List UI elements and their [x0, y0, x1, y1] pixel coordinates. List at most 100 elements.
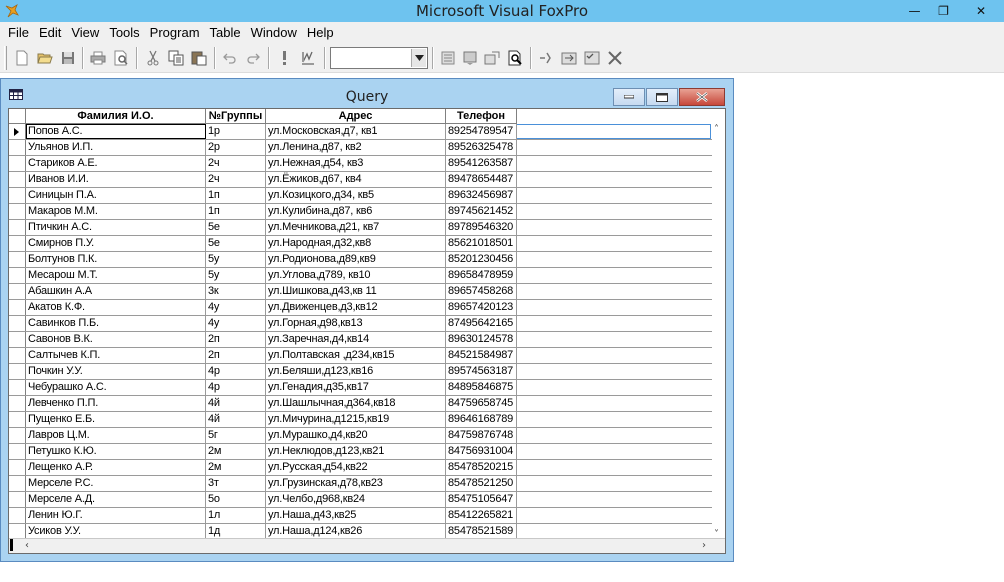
menu-edit[interactable]: Edit [34, 23, 66, 42]
table-row[interactable]: Лавров Ц.М. 5г ул.Мурашко,д4,кв20 847598767… [9, 428, 713, 444]
cell-address[interactable]: ул.Грузинская,д78,кв23 [266, 476, 446, 491]
cell-address[interactable]: ул.Полтавская ,д234,кв15 [266, 348, 446, 363]
cell-group[interactable]: 1р [206, 124, 266, 139]
table-row[interactable]: Пущенко Е.Б. 4й ул.Мичурина,д1215,кв19 8964… [9, 412, 713, 428]
cell-name[interactable]: Макаров М.М. [26, 204, 206, 219]
row-selector[interactable] [9, 460, 26, 475]
cell-phone[interactable]: 87495642165 [446, 316, 517, 331]
query-title-bar[interactable]: Query [1, 79, 733, 109]
cut-icon[interactable] [143, 48, 163, 68]
cell-address[interactable]: ул.Мечникова,д21, кв7 [266, 220, 446, 235]
cell-group[interactable]: 5о [206, 492, 266, 507]
cell-phone[interactable]: 85478521589 [446, 524, 517, 539]
table-row[interactable]: Попов А.С. 1р ул.Московская,д7, кв1 8925478… [9, 124, 713, 140]
cell-name[interactable]: Иванов И.И. [26, 172, 206, 187]
cell-phone[interactable]: 85412265821 [446, 508, 517, 523]
cell-address[interactable]: ул.Наша,д124,кв26 [266, 524, 446, 539]
cell-group[interactable]: 4у [206, 316, 266, 331]
cell-group[interactable]: 2р [206, 140, 266, 155]
cell-name[interactable]: Петушко К.Ю. [26, 444, 206, 459]
cell-group[interactable]: 1п [206, 188, 266, 203]
cell-address[interactable]: ул.Кулибина,д87, кв6 [266, 204, 446, 219]
print-icon[interactable] [88, 48, 108, 68]
connect-icon[interactable] [536, 48, 556, 68]
cell-phone[interactable]: 85478521250 [446, 476, 517, 491]
cell-group[interactable]: 1д [206, 524, 266, 539]
table-row[interactable]: Петушко К.Ю. 2м ул.Неклюдов,д123,кв21 84756… [9, 444, 713, 460]
cell-name[interactable]: Усиков У.У. [26, 524, 206, 539]
row-selector[interactable] [9, 316, 26, 331]
cell-address[interactable]: ул.Челбо,д968,кв24 [266, 492, 446, 507]
table-row[interactable]: Салтычев К.П. 2п ул.Полтавская ,д234,кв15 8… [9, 348, 713, 364]
vertical-scrollbar[interactable]: ˄ ˅ [712, 124, 725, 540]
cell-phone[interactable]: 84521584987 [446, 348, 517, 363]
data-session-icon[interactable] [482, 48, 502, 68]
menu-window[interactable]: Window [246, 23, 302, 42]
query-close-button[interactable] [679, 88, 725, 106]
cell-name[interactable]: Стариков А.Е. [26, 156, 206, 171]
cell-address[interactable]: ул.Мурашко,д4,кв20 [266, 428, 446, 443]
scroll-left-icon[interactable]: ‹ [25, 540, 29, 551]
cell-group[interactable]: 2м [206, 444, 266, 459]
column-header-phone[interactable]: Телефон [446, 109, 517, 124]
table-row[interactable]: Чебурашко А.С. 4р ул.Генадия,д35,кв17 84895… [9, 380, 713, 396]
cell-address[interactable]: ул.Московская,д7, кв1 [266, 124, 446, 139]
row-selector[interactable] [9, 300, 26, 315]
cell-group[interactable]: 5у [206, 252, 266, 267]
query-maximize-button[interactable] [646, 88, 678, 106]
row-selector[interactable] [9, 396, 26, 411]
cell-name[interactable]: Левченко П.П. [26, 396, 206, 411]
table-row[interactable]: Савонов В.К. 2п ул.Заречная,д4,кв14 8963012… [9, 332, 713, 348]
modify-form-icon[interactable] [298, 48, 318, 68]
run-icon[interactable] [274, 48, 294, 68]
cell-name[interactable]: Акатов К.Ф. [26, 300, 206, 315]
row-selector[interactable] [9, 220, 26, 235]
table-row[interactable]: Иванов И.И. 2ч ул.Ёжиков,д67, кв4 894786544… [9, 172, 713, 188]
menu-file[interactable]: File [3, 23, 34, 42]
cell-name[interactable]: Савонов В.К. [26, 332, 206, 347]
cell-phone[interactable]: 84759876748 [446, 428, 517, 443]
paste-icon[interactable] [189, 48, 209, 68]
database-icon[interactable] [438, 48, 458, 68]
table-row[interactable]: Левченко П.П. 4й ул.Шашлычная,д364,кв18 847… [9, 396, 713, 412]
toolbar-grip[interactable] [4, 46, 7, 70]
command-window-icon[interactable] [460, 48, 480, 68]
cell-address[interactable]: ул.Генадия,д35,кв17 [266, 380, 446, 395]
cell-name[interactable]: Смирнов П.У. [26, 236, 206, 251]
row-selector[interactable] [9, 444, 26, 459]
cell-group[interactable]: 2ч [206, 156, 266, 171]
scroll-up-icon[interactable]: ˄ [714, 124, 719, 135]
cell-name[interactable]: Птичкин А.С. [26, 220, 206, 235]
toolbox-icon[interactable] [605, 48, 625, 68]
cell-address[interactable]: ул.Мичурина,д1215,кв19 [266, 412, 446, 427]
cell-address[interactable]: ул.Неклюдов,д123,кв21 [266, 444, 446, 459]
cell-phone[interactable]: 89574563187 [446, 364, 517, 379]
cell-address[interactable]: ул.Углова,д789, кв10 [266, 268, 446, 283]
redo-icon[interactable] [243, 48, 263, 68]
row-selector[interactable] [9, 268, 26, 283]
cell-group[interactable]: 3к [206, 284, 266, 299]
row-selector[interactable] [9, 156, 26, 171]
row-selector[interactable] [9, 332, 26, 347]
row-selector[interactable] [9, 140, 26, 155]
table-row[interactable]: Синицын П.А. 1п ул.Козицкого,д34, кв5 89632… [9, 188, 713, 204]
cell-group[interactable]: 5у [206, 268, 266, 283]
cell-group[interactable]: 2п [206, 332, 266, 347]
table-row[interactable]: Савинков П.Б. 4у ул.Горная,д98,кв13 8749564… [9, 316, 713, 332]
row-selector[interactable] [9, 172, 26, 187]
cell-phone[interactable]: 89630124578 [446, 332, 517, 347]
cell-group[interactable]: 3т [206, 476, 266, 491]
cell-group[interactable]: 5е [206, 236, 266, 251]
component-gallery-icon[interactable] [582, 48, 602, 68]
cell-phone[interactable]: 84895846875 [446, 380, 517, 395]
cell-phone[interactable]: 85478520215 [446, 460, 517, 475]
cell-group[interactable]: 4й [206, 396, 266, 411]
row-selector[interactable] [9, 492, 26, 507]
cell-name[interactable]: Ульянов И.П. [26, 140, 206, 155]
row-selector[interactable] [9, 188, 26, 203]
cell-phone[interactable]: 89789546320 [446, 220, 517, 235]
table-row[interactable]: Лещенко А.Р. 2м ул.Русская,д54,кв22 8547852… [9, 460, 713, 476]
table-row[interactable]: Почкин У.У. 4р ул.Беляши,д123,кв16 89574563… [9, 364, 713, 380]
cell-address[interactable]: ул.Шишкова,д43,кв 11 [266, 284, 446, 299]
class-browser-icon[interactable] [559, 48, 579, 68]
